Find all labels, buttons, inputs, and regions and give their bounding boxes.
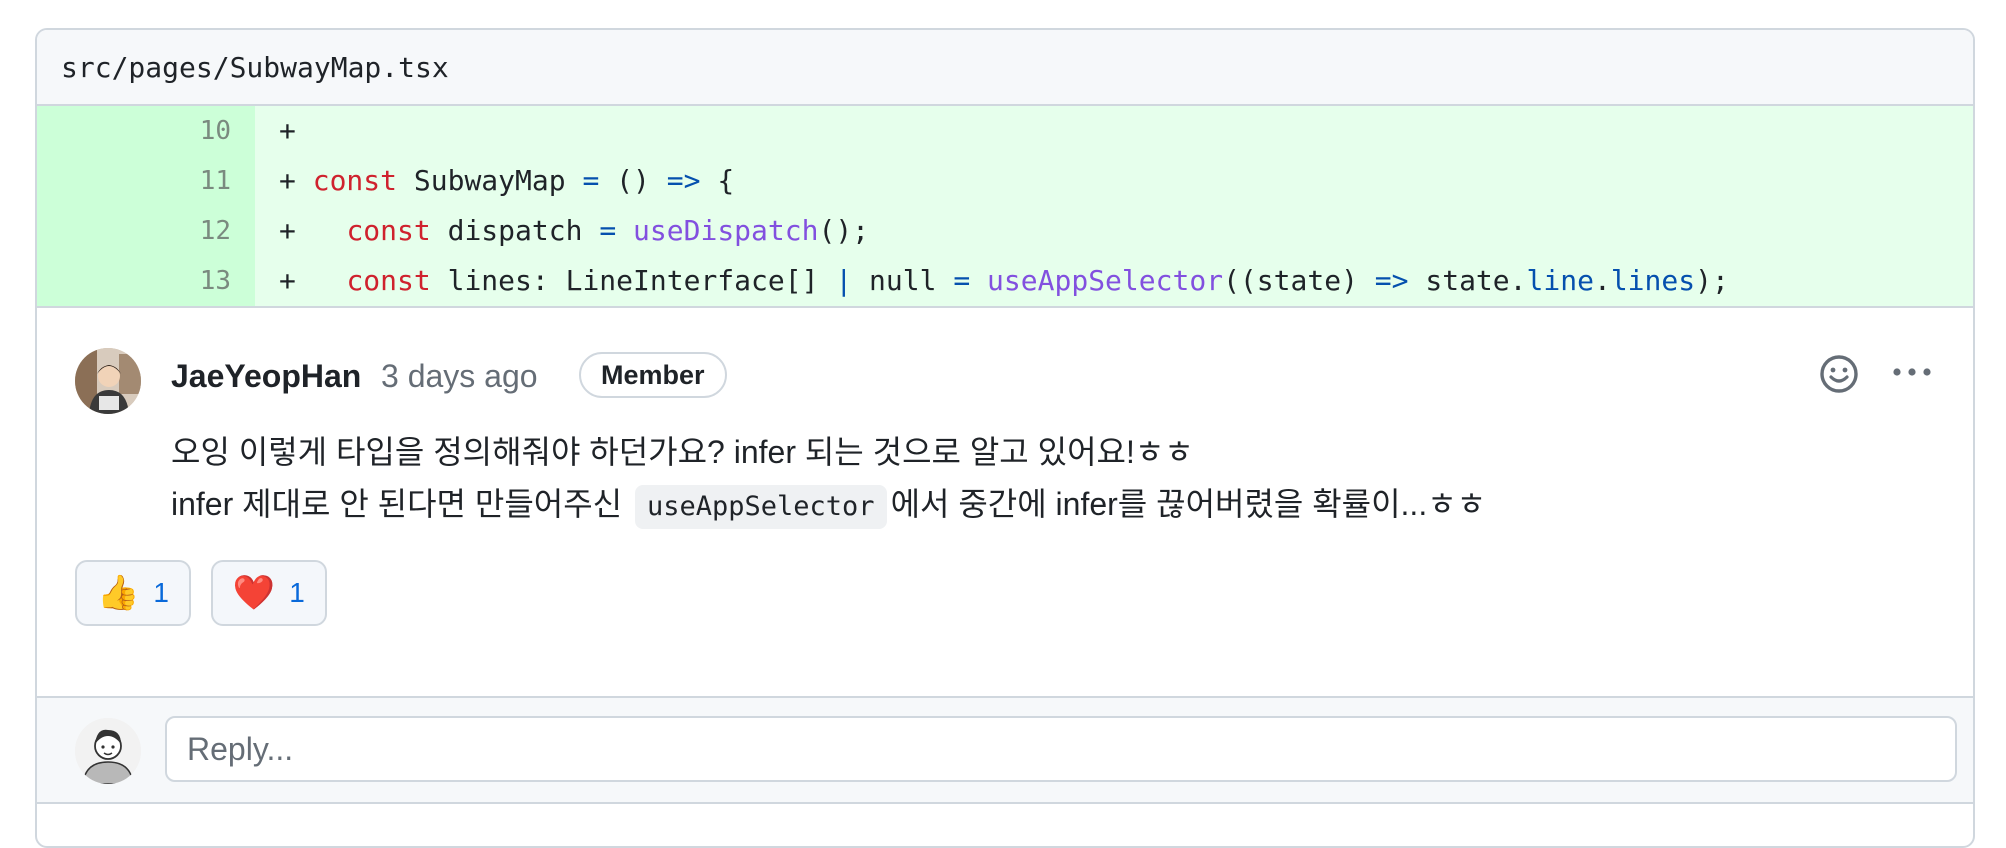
code-token: useDispatch <box>633 214 819 247</box>
reaction-count: 1 <box>153 577 169 608</box>
add-reaction-button[interactable] <box>1817 352 1861 396</box>
file-path-header[interactable]: src/pages/SubwayMap.tsx <box>37 30 1973 106</box>
reactions-bar: 👍 1 ❤️ 1 <box>75 560 327 626</box>
diff-line-12: 12 + const dispatch = useDispatch(); <box>37 206 1973 256</box>
user-illustration-icon <box>75 718 141 784</box>
user-photo-icon <box>75 348 141 414</box>
code-token: = <box>953 264 971 297</box>
old-line-gutter <box>37 156 157 206</box>
diff-sign: + <box>279 114 296 147</box>
comment-line: infer 제대로 안 된다면 만들어주신 useAppSelector 에서 중… <box>171 478 1486 530</box>
thumbs-up-icon: 👍 <box>97 574 140 612</box>
code-token: const <box>312 164 398 197</box>
code-line: + const lines: LineInterface[] | null = … <box>279 264 1729 297</box>
diff-hunk: 10 + 11 + const SubwayMap = () => { 12 +… <box>37 106 1973 306</box>
line-number[interactable]: 11 <box>157 156 255 206</box>
code-token: lines <box>1610 264 1696 297</box>
code-line: + <box>255 106 1973 156</box>
old-line-gutter <box>37 106 157 156</box>
code-token: const <box>346 264 431 297</box>
code-token: => <box>666 164 701 197</box>
line-number[interactable]: 12 <box>157 206 255 256</box>
reaction-thumbs-up-button[interactable]: 👍 1 <box>75 560 191 626</box>
code-line: + const SubwayMap = () => { <box>279 164 735 197</box>
inline-code: useAppSelector <box>634 485 887 529</box>
reply-input[interactable] <box>165 716 1957 782</box>
diff-line-10: 10 + <box>37 106 1973 156</box>
more-options-button[interactable] <box>1887 352 1937 392</box>
code-token: line <box>1526 264 1594 297</box>
comment-text: 에서 중간에 infer를 끊어버렸을 확률이...ㅎㅎ <box>890 486 1487 522</box>
comment-body: 오잉 이렇게 타입을 정의해줘야 하던가요? infer 되는 것으로 알고 있… <box>171 426 1486 530</box>
file-path[interactable]: src/pages/SubwayMap.tsx <box>61 51 449 84</box>
code-token: const <box>346 214 431 247</box>
diff-sign: + <box>279 214 296 247</box>
kebab-horizontal-icon <box>1893 368 1931 376</box>
heart-icon: ❤️ <box>232 574 276 612</box>
line-number[interactable]: 10 <box>157 106 255 156</box>
code-token: => <box>1374 264 1409 297</box>
diff-line-11: 11 + const SubwayMap = () => { <box>37 156 1973 206</box>
smiley-icon <box>1820 355 1858 393</box>
comment-timestamp[interactable]: 3 days ago <box>381 358 538 395</box>
diff-sign: + <box>279 164 296 197</box>
reaction-heart-button[interactable]: ❤️ 1 <box>210 560 327 626</box>
old-line-gutter <box>37 256 157 306</box>
old-line-gutter <box>37 206 157 256</box>
line-number[interactable]: 13 <box>157 256 255 306</box>
code-token: = <box>599 214 617 247</box>
code-line: + const dispatch = useDispatch(); <box>279 214 870 247</box>
review-comment: JaeYeopHan 3 days ago Member 오잉 이렇게 타입을 … <box>37 306 1973 658</box>
reply-box <box>37 696 1973 804</box>
reaction-count: 1 <box>289 577 305 608</box>
avatar[interactable] <box>75 348 141 414</box>
diff-sign: + <box>279 264 296 297</box>
code-token: = <box>582 164 600 197</box>
comment-author-link[interactable]: JaeYeopHan <box>171 358 361 395</box>
code-token: | <box>835 264 853 297</box>
comment-line: 오잉 이렇게 타입을 정의해줘야 하던가요? infer 되는 것으로 알고 있… <box>171 434 1194 470</box>
comment-text: infer 제대로 안 된다면 만들어주신 <box>171 486 623 522</box>
diff-line-13: 13 + const lines: LineInterface[] | null… <box>37 256 1973 306</box>
current-user-avatar[interactable] <box>75 718 141 784</box>
code-token: useAppSelector <box>987 264 1224 297</box>
review-thread-card: src/pages/SubwayMap.tsx 10 + 11 + const … <box>35 28 1975 848</box>
member-badge: Member <box>579 352 727 398</box>
